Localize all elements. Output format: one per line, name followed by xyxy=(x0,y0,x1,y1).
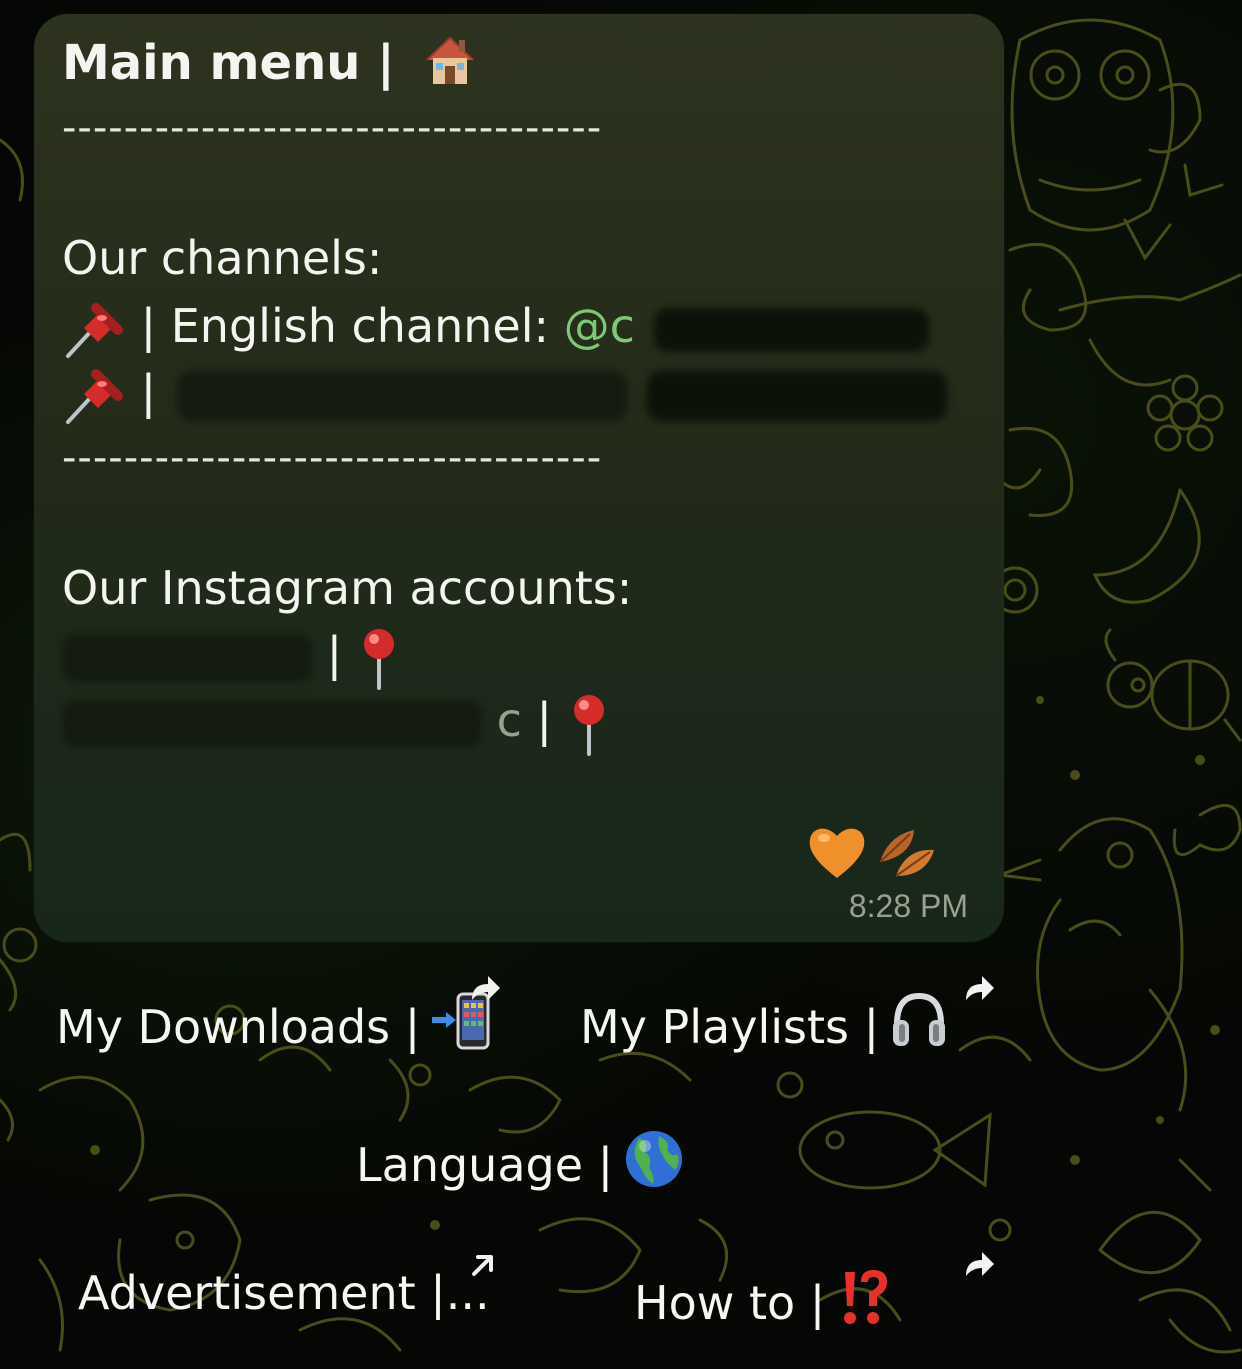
second-channel-separator: | xyxy=(140,365,157,419)
separator-bottom: ----------------------------------- xyxy=(62,435,603,481)
forward-arrow-icon xyxy=(966,1252,994,1276)
redacted-instagram-1 xyxy=(62,633,312,682)
fallen-leaf-icon[interactable] xyxy=(874,822,938,886)
second-channel-row: | xyxy=(62,362,948,426)
headphones-icon xyxy=(889,990,949,1063)
round-pushpin-icon xyxy=(567,692,611,756)
instagram-1-separator: | xyxy=(326,627,343,681)
redacted-channel-label xyxy=(176,370,627,421)
my-playlists-button[interactable]: My Playlists | xyxy=(580,990,949,1063)
instagram-label: Our Instagram accounts: xyxy=(62,561,633,615)
instagram-account-1-row: | xyxy=(62,624,401,690)
instagram-2-separator: | xyxy=(536,693,553,747)
chat-screen: Main menu | ----------------------------… xyxy=(0,0,1242,1369)
redacted-channel-name xyxy=(653,307,929,352)
how-to-button[interactable]: How to | xyxy=(634,1266,891,1339)
english-channel-mention[interactable]: @c xyxy=(564,299,635,353)
english-channel-row: | English channel: @c xyxy=(62,296,929,360)
message-bubble: Main menu | ----------------------------… xyxy=(34,14,1004,942)
forward-arrow-icon xyxy=(966,976,994,1000)
message-title: Main menu | xyxy=(62,35,395,91)
how-to-label: How to | xyxy=(634,1275,826,1330)
my-playlists-label: My Playlists | xyxy=(580,999,880,1054)
external-link-arrow-icon xyxy=(472,1255,493,1276)
message-title-row: Main menu | xyxy=(62,30,479,102)
language-label: Language | xyxy=(356,1137,614,1192)
english-channel-label: | English channel: xyxy=(140,299,549,353)
advertisement-label: Advertisement |... xyxy=(78,1266,490,1320)
language-button[interactable]: Language | xyxy=(356,1128,685,1201)
orange-heart-icon[interactable] xyxy=(806,822,868,886)
redacted-instagram-2 xyxy=(62,699,482,748)
message-reactions[interactable] xyxy=(806,822,938,886)
advertisement-button[interactable]: Advertisement |... xyxy=(78,1266,490,1320)
pushpin-icon xyxy=(62,366,126,426)
channels-label: Our channels: xyxy=(62,231,383,285)
redacted-channel-mention xyxy=(647,370,948,421)
globe-icon xyxy=(623,1128,685,1201)
interrobang-icon xyxy=(835,1266,891,1339)
forward-arrow-icon xyxy=(472,976,500,1000)
message-time: 8:28 PM xyxy=(848,888,968,924)
separator-top: ----------------------------------- xyxy=(62,105,603,151)
my-downloads-button[interactable]: My Downloads | xyxy=(56,990,496,1063)
house-icon xyxy=(421,30,479,102)
instagram-2-trailing: c xyxy=(496,693,522,747)
pushpin-icon xyxy=(62,300,126,360)
round-pushpin-icon xyxy=(357,626,401,690)
my-downloads-label: My Downloads | xyxy=(56,999,421,1054)
instagram-account-2-row: c | xyxy=(62,690,611,756)
